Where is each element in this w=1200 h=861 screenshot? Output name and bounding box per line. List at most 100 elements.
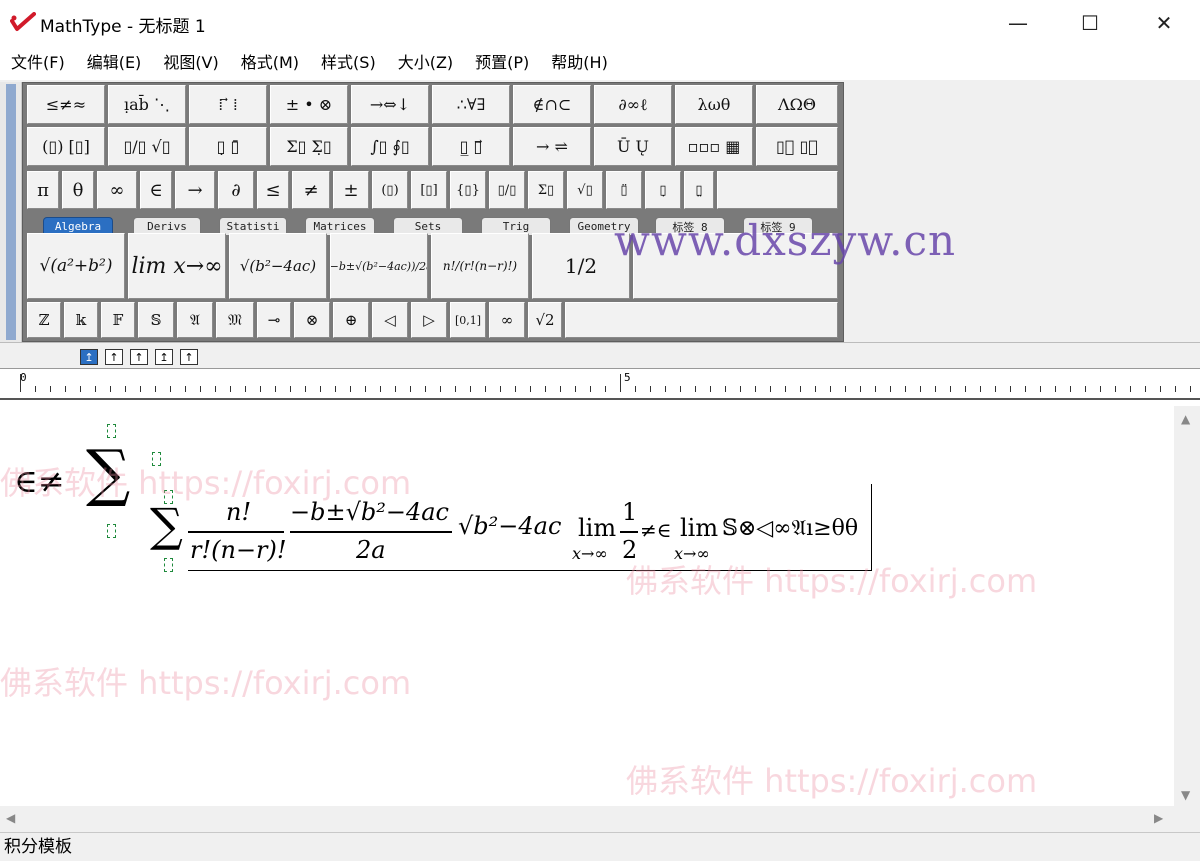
- eq-placeholder-small-bottom[interactable]: [164, 558, 173, 572]
- template-parens-button[interactable]: (▯): [372, 171, 408, 209]
- tab-stop-decimal-icon[interactable]: ↑: [180, 349, 198, 365]
- symbol-partial-button[interactable]: ∂: [218, 171, 254, 209]
- minimize-button[interactable]: —: [982, 0, 1054, 46]
- ruler[interactable]: 0 5: [0, 368, 1200, 400]
- palette-arrows-button[interactable]: →⇔↓: [351, 85, 429, 124]
- menu-bar: 文件(F) 编辑(E) 视图(V) 格式(M) 样式(S) 大小(Z) 预置(P…: [0, 48, 1200, 78]
- ruler-tick: [695, 386, 696, 392]
- palette-labeled-arrows-button[interactable]: → ⇌: [513, 127, 591, 166]
- symbol-fraktur-A-button[interactable]: 𝔄: [177, 302, 213, 338]
- ruler-tick: [950, 386, 951, 392]
- template-brackets-button[interactable]: [▯]: [411, 171, 447, 209]
- scroll-left-icon[interactable]: ◀: [6, 811, 15, 825]
- template-braces-button[interactable]: {▯}: [450, 171, 486, 209]
- palette-operators-button[interactable]: ± • ⊗: [270, 85, 348, 124]
- template-limit-button[interactable]: lim x→∞: [128, 233, 226, 299]
- symbol-infinity-button[interactable]: ∞: [97, 171, 137, 209]
- eq-placeholder-sup[interactable]: [152, 452, 161, 466]
- symbol-infinity-2-button[interactable]: ∞: [489, 302, 525, 338]
- palette-boxes-button[interactable]: ▯⃞ ▯⃞: [756, 127, 838, 166]
- template-subscript-button[interactable]: ▯̣: [645, 171, 681, 209]
- symbol-S-button[interactable]: 𝕊: [138, 302, 174, 338]
- ruler-tick: [170, 386, 171, 392]
- palette-greek-lower-button[interactable]: λωθ: [675, 85, 753, 124]
- menu-view[interactable]: 视图(V): [152, 48, 229, 78]
- palette-misc-button[interactable]: ∂∞ℓ: [594, 85, 672, 124]
- palette-summation-button[interactable]: Σ▯ Σ̣▯: [270, 127, 348, 166]
- symbol-fraktur-M-button[interactable]: 𝔐: [216, 302, 254, 338]
- ruler-tick: [1100, 386, 1101, 392]
- template-superscript-button[interactable]: ▯̈: [606, 171, 642, 209]
- template-sum-button[interactable]: Σ▯: [528, 171, 564, 209]
- symbol-k-button[interactable]: 𝕜: [64, 302, 98, 338]
- palette-fences-button[interactable]: (▯) [▯]: [27, 127, 105, 166]
- palette-relations-button[interactable]: ≤≠≈: [27, 85, 105, 124]
- menu-help[interactable]: 帮助(H): [540, 48, 619, 78]
- title-bar: MathType - 无标题 1 — ☐ ✕: [0, 0, 1200, 46]
- template-subsup-button[interactable]: ▯̤: [684, 171, 714, 209]
- palette-scripts-button[interactable]: ▯̣ ▯̄: [189, 127, 267, 166]
- palette-spaces-button[interactable]: ı̣ab̄ ⋱: [108, 85, 186, 124]
- symbol-otimes-button[interactable]: ⊗: [294, 302, 330, 338]
- symbol-lhd-button[interactable]: ◁: [372, 302, 408, 338]
- tab-stop-center-icon[interactable]: ↑: [105, 349, 123, 365]
- menu-preferences[interactable]: 预置(P): [464, 48, 540, 78]
- menu-edit[interactable]: 编辑(E): [76, 48, 153, 78]
- close-button[interactable]: ✕: [1128, 0, 1200, 46]
- ruler-tick: [980, 386, 981, 392]
- symbol-sqrt2-button[interactable]: √2: [528, 302, 562, 338]
- menu-size[interactable]: 大小(Z): [387, 48, 464, 78]
- menu-format[interactable]: 格式(M): [230, 48, 310, 78]
- symbol-F-button[interactable]: 𝔽: [101, 302, 135, 338]
- symbol-integers-button[interactable]: ℤ: [27, 302, 61, 338]
- equation-editor[interactable]: ∈≠ ∑ ∑ n! r!(n−r)! −b±√b²−4ac 2a √b²−4ac…: [0, 216, 1174, 806]
- symbol-plusminus-button[interactable]: ±: [333, 171, 369, 209]
- template-combination-button[interactable]: n!/(r!(n−r)!): [431, 233, 529, 299]
- template-fraction-button[interactable]: ▯/▯: [489, 171, 525, 209]
- template-discriminant-button[interactable]: √(b²−4ac): [229, 233, 327, 299]
- tab-stop-left-icon[interactable]: ↥: [80, 349, 98, 365]
- template-quadratic-button[interactable]: (−b±√(b²−4ac))/2a: [330, 233, 428, 299]
- palette-embellish-button[interactable]: ⁞ ⃗ ⁞: [189, 85, 267, 124]
- menu-style[interactable]: 样式(S): [310, 48, 387, 78]
- symbol-rhd-button[interactable]: ▷: [411, 302, 447, 338]
- symbol-pi-button[interactable]: π: [27, 171, 59, 209]
- template-pythagoras-button[interactable]: √(a²+b²): [27, 233, 125, 299]
- horizontal-scrollbar[interactable]: ◀ ▶: [0, 806, 1174, 832]
- scroll-right-icon[interactable]: ▶: [1154, 811, 1163, 825]
- tab-stop-relation-icon[interactable]: ↥: [155, 349, 173, 365]
- symbol-multimap-button[interactable]: ⊸: [257, 302, 291, 338]
- symbol-leq-button[interactable]: ≤: [257, 171, 289, 209]
- ruler-tick: [710, 386, 711, 392]
- vertical-scrollbar[interactable]: ▲ ▼: [1174, 406, 1200, 806]
- palette-integrals-button[interactable]: ∫▯ ∮▯: [351, 127, 429, 166]
- palette-greek-upper-button[interactable]: ΛΩΘ: [756, 85, 838, 124]
- symbol-element-button[interactable]: ∈: [140, 171, 172, 209]
- symbol-neq-button[interactable]: ≠: [292, 171, 330, 209]
- palette-sets-button[interactable]: ∉∩⊂: [513, 85, 591, 124]
- eq-placeholder-top[interactable]: [107, 424, 116, 438]
- menu-file[interactable]: 文件(F): [0, 48, 76, 78]
- scroll-down-icon[interactable]: ▼: [1181, 788, 1190, 802]
- ruler-tick: [755, 386, 756, 392]
- palette-bars-button[interactable]: ▯̲ ▯⃗: [432, 127, 510, 166]
- ruler-tick: [665, 386, 666, 392]
- palette-products-button[interactable]: Ū Ų: [594, 127, 672, 166]
- scroll-up-icon[interactable]: ▲: [1181, 412, 1190, 426]
- tab-stop-right-icon[interactable]: ↑: [130, 349, 148, 365]
- template-sqrt-button[interactable]: √▯: [567, 171, 603, 209]
- ruler-tick: [440, 386, 441, 392]
- symbol-interval-button[interactable]: [0,1]: [450, 302, 486, 338]
- eq-placeholder-bottom[interactable]: [107, 524, 116, 538]
- symbol-arrow-button[interactable]: →: [175, 171, 215, 209]
- eq-lim-2-sub: x→∞: [674, 544, 710, 563]
- palette-fractions-button[interactable]: ▯/▯ √▯: [108, 127, 186, 166]
- mathtype-logo-icon: [10, 12, 36, 31]
- ruler-tick: [50, 386, 51, 392]
- ruler-tick: [320, 386, 321, 392]
- palette-matrices-button[interactable]: ▫▫▫ ▦: [675, 127, 753, 166]
- maximize-button[interactable]: ☐: [1054, 0, 1126, 46]
- symbol-theta-button[interactable]: θ: [62, 171, 94, 209]
- palette-logic-button[interactable]: ∴∀∃: [432, 85, 510, 124]
- symbol-oplus-button[interactable]: ⊕: [333, 302, 369, 338]
